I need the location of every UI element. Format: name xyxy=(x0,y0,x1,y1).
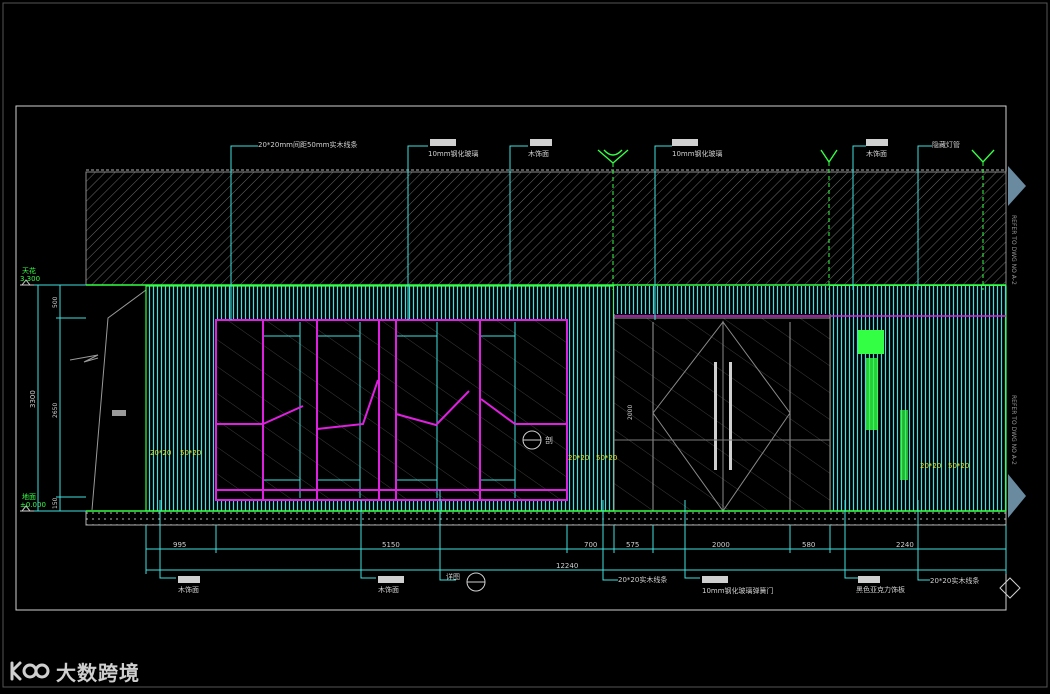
bottom-dim: 995 xyxy=(173,541,186,549)
glass-cabinet-glass xyxy=(216,320,567,500)
bottom-dim: 575 xyxy=(626,541,639,549)
ceiling-hatch-band xyxy=(85,171,1007,286)
total-dim: 12240 xyxy=(556,562,578,570)
bottom-callout-tags xyxy=(178,576,880,583)
door-handle xyxy=(714,362,717,470)
section-mark: 20*20 xyxy=(568,454,589,462)
top-callout-3: 10mm钢化玻璃 xyxy=(672,149,723,158)
door-height-label: 2000 xyxy=(627,405,634,420)
left-dim-inner: 150 xyxy=(52,497,59,509)
side-ref-top: REFER TO DWG NO A-2 xyxy=(1010,215,1017,285)
side-ref-bottom: REFER TO DWG NO A-2 xyxy=(1010,395,1017,465)
watermark-logo-icon xyxy=(10,661,50,681)
section-mark: 20*20 xyxy=(920,462,941,470)
glass-door-glass xyxy=(614,318,830,511)
bottom-dim: 2240 xyxy=(896,541,914,549)
top-callout-1: 10mm钢化玻璃 xyxy=(428,149,479,158)
level-ceiling-name: 天花 xyxy=(22,266,36,275)
left-dim-inner: 500 xyxy=(52,296,59,308)
reference-arrow-icon xyxy=(1008,166,1026,206)
floor-band xyxy=(85,510,1007,526)
section-mark: 50*20 xyxy=(180,449,201,457)
bottom-dim: 580 xyxy=(802,541,815,549)
bottom-dim: 2000 xyxy=(712,541,730,549)
left-dim-inner: 2650 xyxy=(52,403,59,418)
bottom-dim: 5150 xyxy=(382,541,400,549)
bottom-callout-1: 木饰面 xyxy=(378,585,399,594)
top-callout-5: 隐藏灯管 xyxy=(932,140,960,149)
acrylic-sign-text xyxy=(900,410,908,480)
top-callout-tags xyxy=(430,139,888,146)
door-handle xyxy=(729,362,732,470)
left-dim-outer: 3300 xyxy=(29,390,37,408)
bottom-callout-2: 详图 xyxy=(446,572,460,581)
slat-wall-top-strip xyxy=(614,286,1006,314)
watermark-text: 大数跨境 xyxy=(56,660,140,685)
break-symbol xyxy=(69,354,99,363)
slat-wall-right xyxy=(830,286,1006,511)
bottom-dim: 700 xyxy=(584,541,597,549)
drawing-canvas: 剖 2000 20*20 50*20 20*20 50*20 20*20 50*… xyxy=(0,0,1050,690)
view-mark-icon xyxy=(999,577,1021,599)
bottom-callout-4: 10mm钢化玻璃弹簧门 xyxy=(702,586,774,595)
bottom-callout-6: 20*20实木线条 xyxy=(930,576,979,585)
top-callout-0: 20*20mm间距50mm实木线条 xyxy=(258,140,358,149)
level-floor-value: ±0.000 xyxy=(20,501,46,509)
section-mark: 20*20 xyxy=(150,449,171,457)
acrylic-sign-panel xyxy=(858,330,884,354)
acrylic-sign-text xyxy=(866,358,878,430)
section-mark: 50*20 xyxy=(596,454,617,462)
bottom-callout-3: 20*20实木线条 xyxy=(618,575,667,584)
top-callout-2: 木饰面 xyxy=(528,149,549,158)
bottom-callout-5: 黑色亚克力饰板 xyxy=(856,585,905,594)
level-floor-name: 地面 xyxy=(22,492,36,501)
wall-break-line xyxy=(91,289,147,511)
section-bubble: 剖 xyxy=(545,435,553,445)
section-mark: 50*20 xyxy=(948,462,969,470)
top-callout-4: 木饰面 xyxy=(866,149,887,158)
elevation-drawing: 剖 2000 20*20 50*20 20*20 50*20 20*20 50*… xyxy=(2,2,1048,688)
reference-arrow-icon xyxy=(1008,474,1026,518)
left-dim-lines xyxy=(34,284,86,512)
bottom-callout-0: 木饰面 xyxy=(178,585,199,594)
level-ceiling-value: 3.300 xyxy=(20,275,40,283)
left-wall-light xyxy=(112,410,126,416)
watermark: 大数跨境 xyxy=(8,655,140,687)
